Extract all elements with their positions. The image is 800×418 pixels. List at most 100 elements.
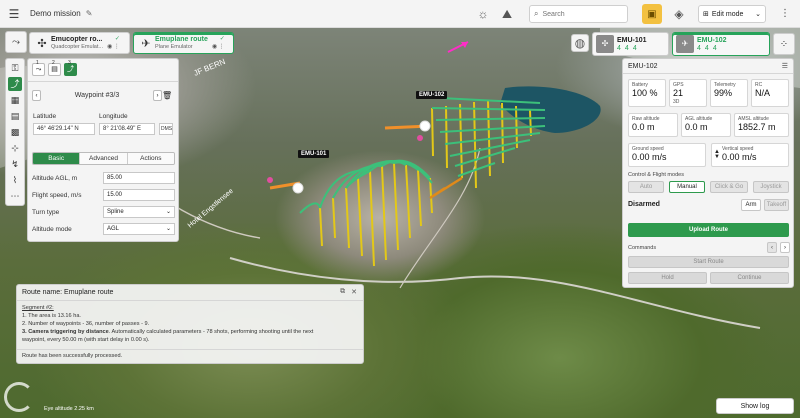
longitude-input[interactable]: 8° 21'08.49" E [99, 123, 155, 135]
hold-button[interactable]: Hold [628, 272, 707, 284]
eye-altitude: Eye altitude 2.25 km [44, 406, 94, 412]
uav-chip-emu102[interactable]: ✈ EMU-102 4 4 4 [672, 32, 770, 56]
agl-altitude-value: 0.0 m [685, 122, 708, 132]
vertical-speed-card: ▲ ▼ Vertical speed 0.00 m/s [711, 143, 789, 167]
commands-prev-button[interactable]: ‹ [767, 242, 777, 253]
panel-menu-icon[interactable]: ☰ [782, 62, 788, 70]
node-tool-icon[interactable]: ⊹ [8, 141, 22, 155]
summary-line-3: . Automatically calculated parameters - … [108, 329, 314, 335]
place-label-1: JF BERN [192, 57, 226, 78]
longitude-label: Longitude [99, 113, 128, 120]
tab-advanced[interactable]: Advanced [80, 153, 128, 164]
amsl-altitude-value: 1852.7 m [738, 122, 776, 132]
search-input[interactable] [542, 10, 613, 18]
route-edit-icon[interactable]: ⤴ [8, 77, 22, 91]
geofence-tool-icon[interactable]: ⌇ [8, 173, 22, 187]
lock-icon[interactable]: ⚿ [8, 61, 22, 75]
altitude-mode-label: Altitude mode [32, 225, 72, 233]
turn-type-label: Turn type [32, 208, 60, 216]
check-icon: ✓ [219, 36, 225, 42]
more-menu-icon[interactable]: ⋮ [778, 5, 792, 23]
previous-waypoint-button[interactable]: ‹ [32, 90, 41, 101]
mode-select[interactable]: ⊞ Edit mode ⌄ [698, 5, 766, 23]
vehicle-chip-emuplane[interactable]: ✈ Emuplane route Plane Emulator ✓ ◉ ⋮ [133, 32, 234, 54]
mode-click-go-button[interactable]: Click & Go [710, 181, 748, 193]
camera-icon[interactable]: ◍ [571, 34, 589, 52]
layers-tool-icon[interactable]: ▦ [8, 93, 22, 107]
layers-icon[interactable]: ◈ [670, 5, 688, 23]
vehicle-chip-emucopter[interactable]: ✣ Emucopter ro... Quadcopter Emulat... ✓… [29, 32, 130, 54]
summary-line-3-cont: waypoint, every 50.00 m (with start dela… [22, 337, 150, 343]
path-tool-icon[interactable]: ↯ [8, 157, 22, 171]
dms-toggle[interactable]: DMS [159, 123, 173, 135]
list-tool-icon[interactable]: ▤ [8, 109, 22, 123]
mode-joystick-button[interactable]: Joystick [753, 181, 789, 193]
edit-title-icon[interactable]: ✎ [86, 9, 93, 18]
sun-icon[interactable]: ☼ [474, 5, 492, 23]
tab-basic[interactable]: Basic [33, 153, 81, 164]
search-field[interactable]: ⌕ [529, 5, 628, 23]
altitude-input[interactable]: 85.00 [103, 172, 175, 184]
takeoff-button[interactable]: Takeoff [764, 199, 789, 211]
compass-icon[interactable] [4, 382, 34, 412]
ground-speed-value: 0.00 m/s [632, 152, 667, 162]
altitude-row: Altitude AGL, m 85.00 [32, 172, 175, 184]
control-modes-label: Control & Flight modes [628, 172, 684, 178]
raw-altitude-value: 0.0 m [632, 122, 655, 132]
start-route-button[interactable]: Start Route [628, 256, 789, 268]
uav-thumbnail: ✣ [596, 35, 614, 53]
visibility-icon[interactable]: ◉ ⋮ [212, 43, 225, 51]
more-tools-icon[interactable]: ⋯ [8, 189, 22, 203]
close-icon[interactable]: ✕ [351, 288, 357, 296]
uav-chip-emu101[interactable]: ✣ EMU-101 4 4 4 [592, 32, 669, 56]
multi-vehicle-icon[interactable]: ⁘ [773, 33, 795, 55]
link-stat: 4 [712, 44, 717, 52]
summary-line-2: 2. Number of waypoints - 36, number of p… [22, 321, 150, 327]
plane-icon: ✈ [141, 37, 151, 50]
menu-icon[interactable]: ☰ [0, 0, 28, 28]
tab-actions[interactable]: Actions [127, 153, 174, 164]
speed-input[interactable]: 15.00 [103, 189, 175, 201]
turn-type-select[interactable]: Spline ⌄ [103, 206, 175, 218]
ground-speed-card: Ground speed 0.00 m/s [628, 143, 706, 167]
waypoint-title: Waypoint #3/3 [74, 92, 120, 99]
next-waypoint-button[interactable]: › [153, 90, 162, 101]
commands-next-button[interactable]: › [780, 242, 790, 253]
grid-tool-icon[interactable]: ▩ [8, 125, 22, 139]
arm-button[interactable]: Arm [741, 199, 761, 211]
mode-manual-button[interactable]: Manual [669, 181, 705, 193]
mission-icon[interactable]: ▣ [642, 4, 662, 24]
search-icon: ⌕ [534, 9, 539, 18]
place-label-2: Hotel Engstlensee [187, 188, 235, 230]
copy-icon[interactable]: ⧉ [340, 288, 345, 296]
continue-button[interactable]: Continue [710, 272, 789, 284]
speed-row: Flight speed, m/s 15.00 [32, 189, 175, 201]
chevron-down-icon: ⌄ [165, 209, 171, 215]
latitude-input[interactable]: 46° 46'29.14" N [33, 123, 95, 135]
segment-tab-3[interactable]: 3 ⤴ [64, 60, 77, 76]
altitude-mode-select[interactable]: AGL ⌄ [103, 223, 175, 235]
uav-label-emu102[interactable]: EMU-102 [416, 91, 448, 99]
visibility-icon[interactable]: ◉ ⋮ [107, 43, 120, 51]
tab-number: 2 [52, 60, 55, 66]
uav-name: EMU-101 [617, 36, 647, 44]
upload-route-button[interactable]: Upload Route [628, 223, 789, 237]
amsl-altitude-card: AMSL altitude 1852.7 m [734, 113, 789, 137]
battery-stat: 4 [617, 44, 621, 52]
segment-tab-1[interactable]: 1 ⤳ [32, 60, 45, 76]
uav-marker-emu101 [292, 182, 304, 194]
gps-card: GPS 21 3D [669, 79, 707, 107]
uav-thumbnail: ✈ [676, 35, 694, 53]
segment-tab-2[interactable]: 2 ▤ [48, 60, 61, 76]
uav-label-emu101[interactable]: EMU-101 [298, 150, 330, 158]
grid-icon: ⊞ [703, 11, 709, 18]
show-log-button[interactable]: Show log [716, 398, 794, 414]
route-info-panel: Route name: Emuplane route ⧉ ✕ Segment #… [16, 284, 364, 364]
mode-auto-button[interactable]: Auto [628, 181, 664, 193]
altitude-mode-row: Altitude mode AGL ⌄ [32, 223, 175, 235]
terrain-icon[interactable]: ⛰ [498, 5, 516, 23]
trash-icon[interactable]: 🗑 [162, 91, 172, 100]
segment-label: Segment #2: [22, 305, 54, 311]
route-tool-icon[interactable]: ⤳ [5, 31, 27, 53]
altitude-mode-value: AGL [107, 226, 120, 232]
